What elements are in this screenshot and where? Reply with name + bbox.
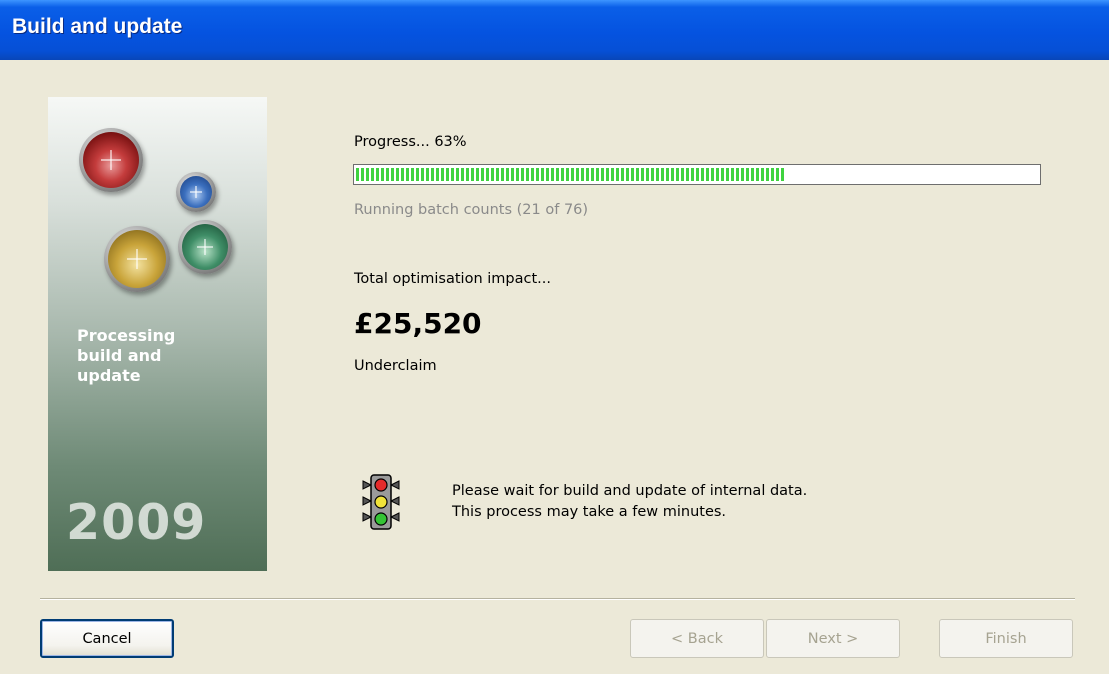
wait-message-line-1: Please wait for build and update of inte… [452,483,808,499]
wait-message: Please wait for build and update of inte… [452,481,807,523]
button-divider [40,598,1075,600]
window-title: Build and update [12,15,183,38]
progress-bar-fill [356,168,786,181]
impact-value: £25,520 [354,307,482,340]
back-button[interactable]: < Back [630,619,764,658]
cancel-button[interactable]: Cancel [40,619,174,658]
finish-button[interactable]: Finish [939,619,1073,658]
impact-label: Total optimisation impact... [354,271,551,287]
gold-orb-icon [104,226,170,292]
banner-caption: Processing build and update [77,326,176,385]
green-orb-icon [178,220,232,274]
progress-label: Progress... 63% [354,134,467,150]
red-orb-icon [79,128,143,192]
impact-type: Underclaim [354,358,437,374]
traffic-light-icon [362,474,400,530]
next-button[interactable]: Next > [766,619,900,658]
progress-bar [353,164,1041,185]
banner-year: 2009 [66,494,207,551]
wizard-banner: Processing build and update 2009 [48,97,267,571]
blue-orb-icon [176,172,216,212]
title-bar[interactable]: Build and update [0,0,1109,60]
wait-message-line-2: This process may take a few minutes. [452,504,727,520]
progress-status: Running batch counts (21 of 76) [354,202,589,218]
